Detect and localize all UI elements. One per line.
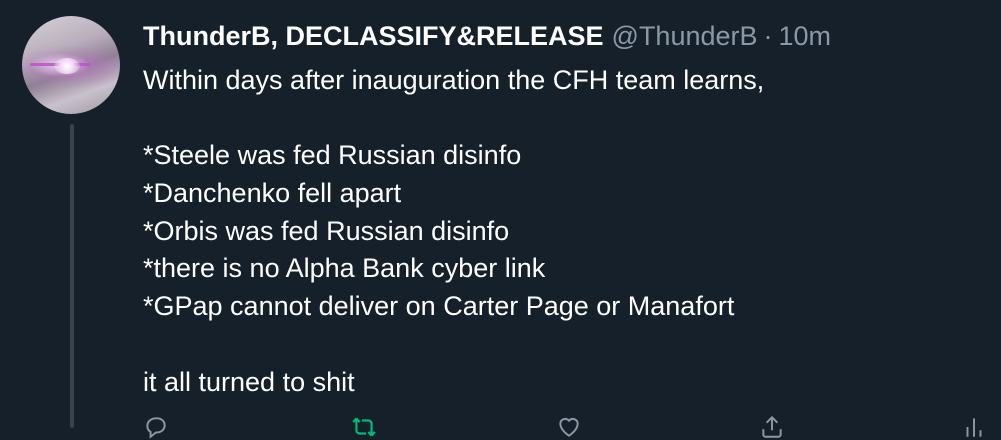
body-line <box>143 100 983 138</box>
body-line: *there is no Alpha Bank cyber link <box>143 253 546 284</box>
thread-line <box>70 124 74 428</box>
body-line: *Steele was fed Russian disinfo <box>143 140 522 171</box>
author-handle[interactable]: @ThunderB <box>612 21 758 51</box>
analytics-icon[interactable] <box>961 414 987 440</box>
author-display-name[interactable]: ThunderB, DECLASSIFY&RELEASE <box>143 21 604 51</box>
body-line: *Orbis was fed Russian disinfo <box>143 215 510 246</box>
body-line: it all turned to shit <box>143 366 355 397</box>
tweet-body: Within days after inauguration the CFH t… <box>143 62 983 401</box>
reply-icon[interactable] <box>143 414 169 440</box>
share-icon[interactable] <box>759 414 785 440</box>
tweet-actions <box>143 414 983 439</box>
tweet[interactable]: ThunderB, DECLASSIFY&RELEASE @ThunderB · 10… <box>0 0 1001 439</box>
body-line: Within days after inauguration the CFH t… <box>143 65 765 95</box>
header-separator: · <box>763 21 773 51</box>
body-line: *GPap cannot deliver on Carter Page or M… <box>143 291 735 322</box>
like-icon[interactable] <box>556 414 582 440</box>
avatar-eye-glow <box>54 58 80 74</box>
tweet-header: ThunderB, DECLASSIFY&RELEASE @ThunderB · 10… <box>143 19 831 53</box>
retweet-icon[interactable] <box>351 414 377 440</box>
avatar[interactable] <box>22 16 120 114</box>
body-line: *Danchenko fell apart <box>143 178 402 209</box>
body-line <box>143 326 983 364</box>
tweet-timestamp[interactable]: 10m <box>779 21 832 51</box>
